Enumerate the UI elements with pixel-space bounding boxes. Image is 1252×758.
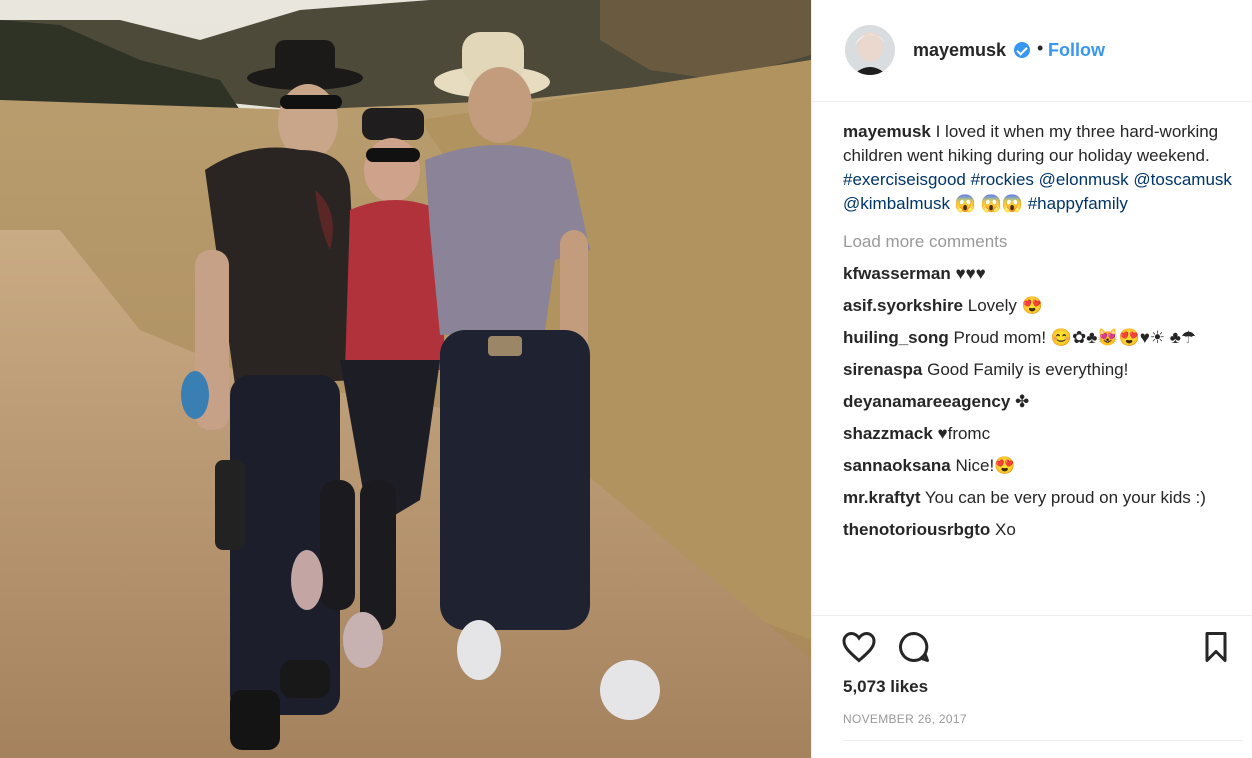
- comment-text: ♥♥♥: [950, 264, 986, 283]
- emoji: 😱: [954, 194, 976, 213]
- like-count[interactable]: 5,073 likes: [843, 677, 928, 697]
- hashtag-happyfamily[interactable]: #happyfamily: [1028, 194, 1128, 213]
- comment-username[interactable]: huiling_song: [843, 328, 949, 347]
- comment-text: Lovely 😍: [963, 296, 1043, 315]
- comment: sannaoksana Nice!😍: [843, 454, 1238, 478]
- comment-username[interactable]: shazzmack: [843, 424, 933, 443]
- follow-button[interactable]: Follow: [1048, 40, 1105, 61]
- comment-username[interactable]: deyanamareeagency: [843, 392, 1010, 411]
- hashtag-exerciseisgood[interactable]: #exerciseisgood: [843, 170, 966, 189]
- verified-badge-icon: [1014, 42, 1030, 58]
- instagram-post: mayemusk • Follow mayemusk I loved it wh…: [0, 0, 1252, 758]
- comment: deyanamareeagency ✤: [843, 390, 1238, 414]
- comment-username[interactable]: thenotoriousrbgto: [843, 520, 990, 539]
- comment-text: Nice!😍: [950, 456, 1016, 475]
- comment: huiling_song Proud mom! 😊✿♣😻😍♥☀ ♣☂: [843, 326, 1238, 350]
- comment: asif.syorkshire Lovely 😍: [843, 294, 1238, 318]
- post-side-panel: mayemusk • Follow mayemusk I loved it wh…: [811, 0, 1252, 758]
- post-header: mayemusk • Follow: [812, 0, 1252, 102]
- mention-kimbalmusk[interactable]: @kimbalmusk: [843, 194, 950, 213]
- hiking-family-photo: [0, 0, 811, 758]
- comments-list[interactable]: mayemusk I loved it when my three hard-w…: [843, 120, 1238, 615]
- comment-text: ♥fromc: [932, 424, 991, 443]
- comment-text: You can be very proud on your kids :): [920, 488, 1206, 507]
- comment-username[interactable]: sirenaspa: [843, 360, 922, 379]
- comment: sirenaspa Good Family is everything!: [843, 358, 1238, 382]
- mention-elonmusk[interactable]: @elonmusk: [1039, 170, 1129, 189]
- caption-username[interactable]: mayemusk: [843, 122, 931, 141]
- comment-text: Proud mom! 😊✿♣😻😍♥☀ ♣☂: [948, 328, 1197, 347]
- comment: shazzmack ♥fromc: [843, 422, 1238, 446]
- separator-dot: •: [1037, 38, 1044, 58]
- profile-picture: [845, 25, 895, 75]
- post-actions: 5,073 likes NOVEMBER 26, 2017: [812, 615, 1252, 757]
- post-photo[interactable]: [0, 0, 811, 758]
- divider: [843, 740, 1243, 741]
- comment-username[interactable]: sannaoksana: [843, 456, 951, 475]
- emoji: 😱😱: [980, 194, 1023, 213]
- comment: thenotoriousrbgto Xo: [843, 518, 1238, 542]
- post-date: NOVEMBER 26, 2017: [843, 712, 967, 726]
- comment-text: ✤: [1010, 392, 1030, 411]
- avatar[interactable]: [845, 25, 895, 75]
- comment-text: Xo: [990, 520, 1016, 539]
- comment-text: Good Family is everything!: [922, 360, 1129, 379]
- comment: kfwasserman ♥♥♥: [843, 262, 1238, 286]
- bookmark-icon[interactable]: [1198, 629, 1234, 665]
- comment-icon[interactable]: [896, 629, 932, 665]
- comment: mr.kraftyt You can be very proud on your…: [843, 486, 1238, 510]
- post-caption: mayemusk I loved it when my three hard-w…: [843, 120, 1238, 216]
- hashtag-rockies[interactable]: #rockies: [971, 170, 1034, 189]
- comment-username[interactable]: kfwasserman: [843, 264, 951, 283]
- heart-icon[interactable]: [841, 629, 877, 665]
- comment-username[interactable]: asif.syorkshire: [843, 296, 963, 315]
- post-username[interactable]: mayemusk: [913, 40, 1006, 61]
- mention-toscamusk[interactable]: @toscamusk: [1133, 170, 1232, 189]
- comment-username[interactable]: mr.kraftyt: [843, 488, 920, 507]
- load-more-comments[interactable]: Load more comments: [843, 230, 1238, 254]
